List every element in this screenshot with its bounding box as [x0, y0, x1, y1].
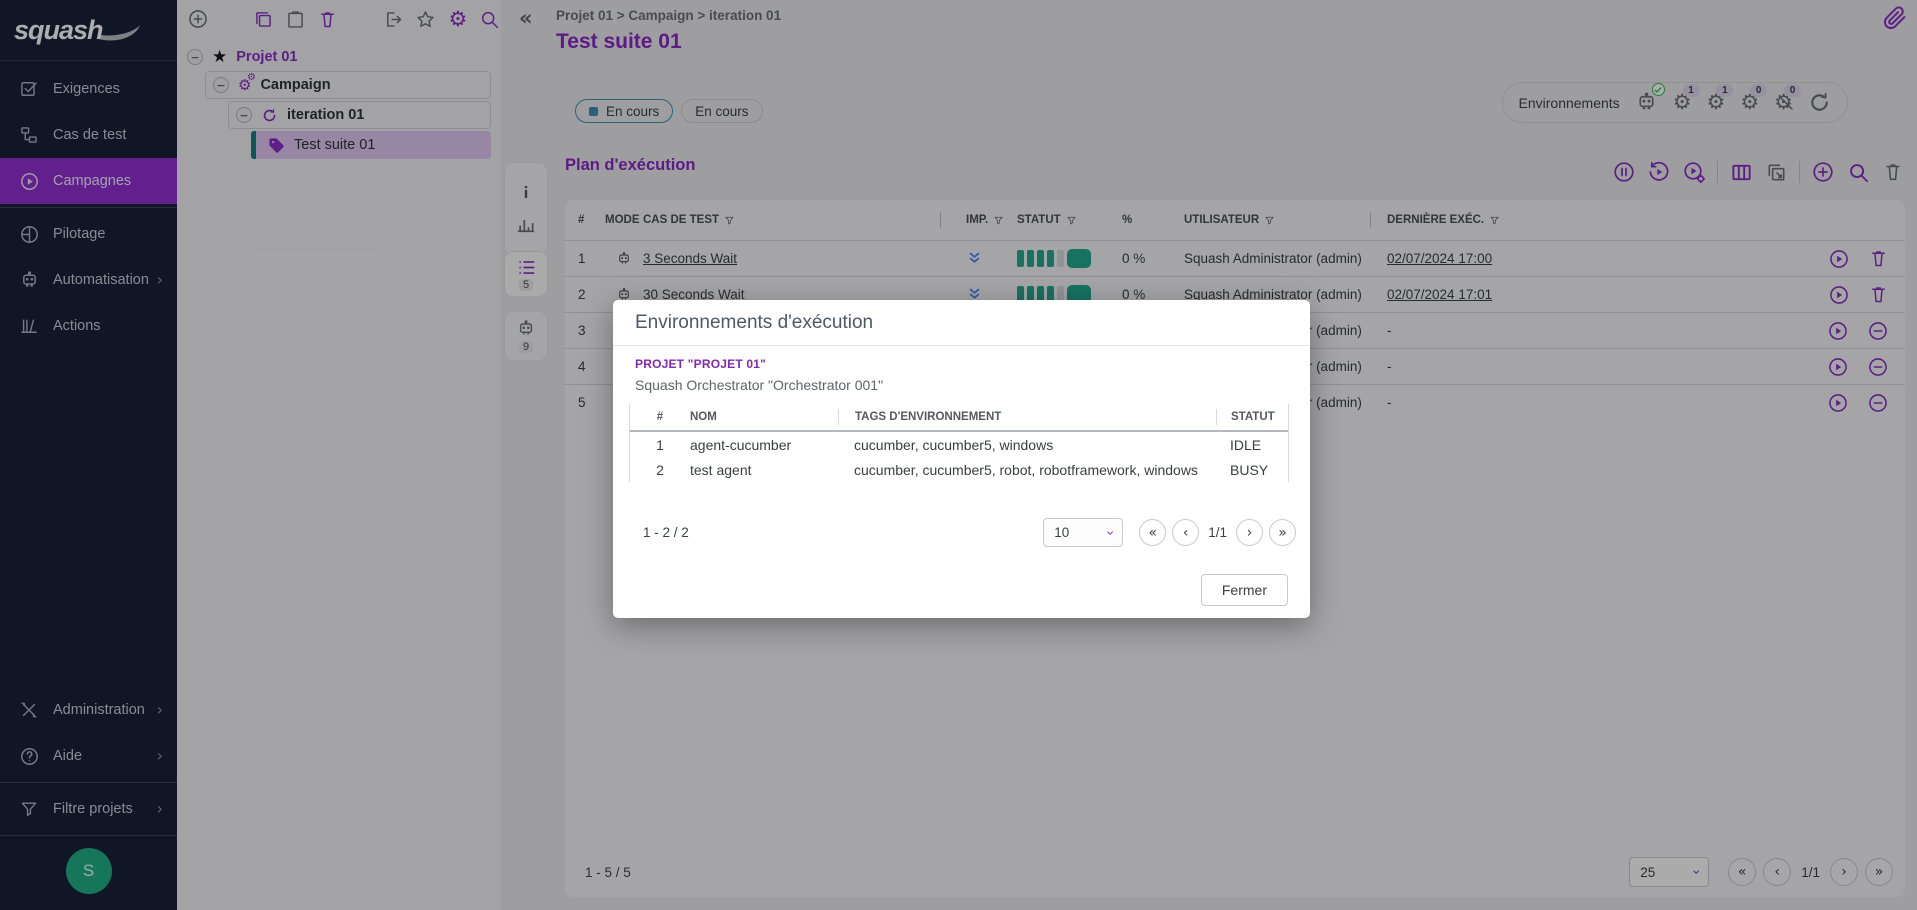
- col-status: STATUT: [1216, 409, 1288, 425]
- last-page-button[interactable]: »: [1269, 519, 1296, 546]
- close-dialog-button[interactable]: Fermer: [1201, 574, 1288, 606]
- page-indicator: 1/1: [1208, 525, 1227, 540]
- rows-range: 1 - 2 / 2: [643, 525, 689, 540]
- agent-tags: cucumber, cucumber5, windows: [838, 437, 1216, 453]
- page-size-select[interactable]: 10 ›: [1043, 518, 1123, 547]
- chevron-down-icon: ›: [1102, 530, 1116, 536]
- agent-row: 2 test agent cucumber, cucumber5, robot,…: [630, 457, 1288, 482]
- first-page-button[interactable]: «: [1139, 519, 1166, 546]
- col-name: NOM: [690, 411, 838, 423]
- agents-table: # NOM TAGS D'ENVIRONNEMENT STATUT 1 agen…: [629, 404, 1289, 482]
- squash-app: squash Exigences Cas de test: [0, 0, 1917, 910]
- col-tags: TAGS D'ENVIRONNEMENT: [838, 409, 1216, 425]
- agent-row: 1 agent-cucumber cucumber, cucumber5, wi…: [630, 432, 1288, 457]
- agents-pagination: 1 - 2 / 2 10 › « ‹ 1/1 › »: [643, 518, 1296, 547]
- agent-index: 1: [630, 437, 690, 453]
- col-num: #: [630, 411, 690, 423]
- execution-environments-dialog: Environnements d'exécution PROJET "PROJE…: [613, 300, 1310, 618]
- agent-status: IDLE: [1216, 437, 1288, 453]
- agent-name: agent-cucumber: [690, 437, 838, 453]
- next-page-button[interactable]: ›: [1236, 519, 1263, 546]
- agent-status: BUSY: [1216, 462, 1288, 478]
- agent-tags: cucumber, cucumber5, robot, robotframewo…: [838, 462, 1216, 478]
- dialog-title: Environnements d'exécution: [613, 300, 1310, 346]
- previous-page-button[interactable]: ‹: [1172, 519, 1199, 546]
- agents-table-header: # NOM TAGS D'ENVIRONNEMENT STATUT: [630, 404, 1288, 432]
- agent-name: test agent: [690, 462, 838, 478]
- agent-index: 2: [630, 462, 690, 478]
- dialog-orchestrator-label: Squash Orchestrator "Orchestrator 001": [635, 377, 883, 393]
- dialog-project-label: PROJET "PROJET 01": [635, 357, 766, 371]
